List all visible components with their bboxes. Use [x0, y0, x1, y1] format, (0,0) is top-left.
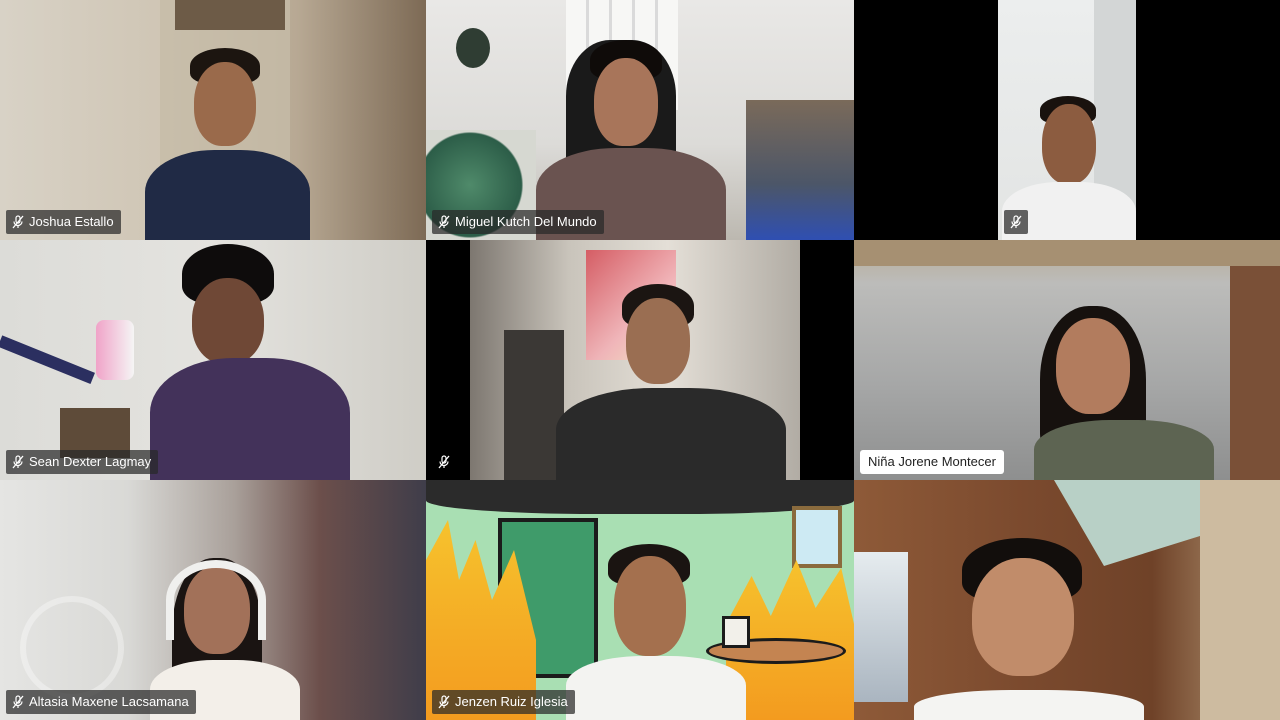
video-tile-unnamed-3[interactable] [854, 480, 1280, 720]
mic-muted-icon [12, 695, 24, 709]
microphone [96, 320, 134, 380]
doorway [504, 330, 564, 480]
participant-name: Miguel Kutch Del Mundo [455, 214, 597, 229]
mic-muted-icon [438, 215, 450, 229]
shelf-items [746, 100, 854, 240]
mic-muted-icon [1010, 215, 1022, 229]
participant-face [614, 556, 686, 656]
participant-name: Altasia Maxene Lacsamana [29, 694, 189, 709]
participant-face [594, 58, 658, 146]
participant-face [194, 62, 256, 146]
video-tile-joshua[interactable]: Joshua Estallo [0, 0, 426, 240]
mic-muted-icon [438, 455, 450, 469]
mic-muted-icon [438, 695, 450, 709]
mic-muted-icon [12, 455, 24, 469]
video-tile-sean[interactable]: Sean Dexter Lagmay [0, 240, 426, 480]
stone-wall [1200, 480, 1280, 720]
participant-face [1056, 318, 1130, 414]
video-tile-nina[interactable]: Niña Jorene Montecer [854, 240, 1280, 480]
participant-shirt [556, 388, 786, 480]
headphones [166, 560, 266, 640]
guitar [456, 28, 490, 68]
ceiling-beam [854, 240, 1280, 266]
coffee-mug [722, 616, 750, 648]
participant-face [192, 278, 264, 364]
video-tile-miguel[interactable]: Miguel Kutch Del Mundo [426, 0, 854, 240]
video-tile-unnamed-2[interactable] [426, 240, 854, 480]
video-tile-jenzen[interactable]: Jenzen Ruiz Iglesia [426, 480, 854, 720]
smoke-cloud [426, 480, 854, 514]
participant-label: Joshua Estallo [6, 210, 121, 234]
participant-label [1004, 210, 1028, 234]
participant-shirt [914, 690, 1144, 720]
participant-label [432, 450, 456, 474]
participant-name: Niña Jorene Montecer [868, 454, 996, 469]
participant-label: Niña Jorene Montecer [860, 450, 1004, 474]
wooden-door [1230, 260, 1280, 480]
participant-label: Altasia Maxene Lacsamana [6, 690, 196, 714]
poster [854, 552, 908, 702]
video-tile-unnamed-1[interactable] [854, 0, 1280, 240]
skype-logo-watermark [20, 596, 124, 700]
participant-shirt [1034, 420, 1214, 480]
participant-shirt [145, 150, 310, 240]
participant-name: Sean Dexter Lagmay [29, 454, 152, 469]
participant-shirt [150, 358, 350, 480]
video-grid: Joshua Estallo Miguel Kutch Del Mundo Se… [0, 0, 1280, 720]
participant-name: Jenzen Ruiz Iglesia [455, 694, 568, 709]
participant-face [972, 558, 1074, 676]
participant-label: Jenzen Ruiz Iglesia [432, 690, 575, 714]
participant-label: Miguel Kutch Del Mundo [432, 210, 604, 234]
cartoon-window [792, 506, 842, 568]
participant-name: Joshua Estallo [29, 214, 114, 229]
mic-muted-icon [12, 215, 24, 229]
video-tile-altasia[interactable]: Altasia Maxene Lacsamana [0, 480, 426, 720]
participant-face [1042, 104, 1096, 184]
participant-label: Sean Dexter Lagmay [6, 450, 159, 474]
participant-shirt [566, 656, 746, 720]
participant-face [626, 298, 690, 384]
wall-shelf [175, 0, 285, 30]
